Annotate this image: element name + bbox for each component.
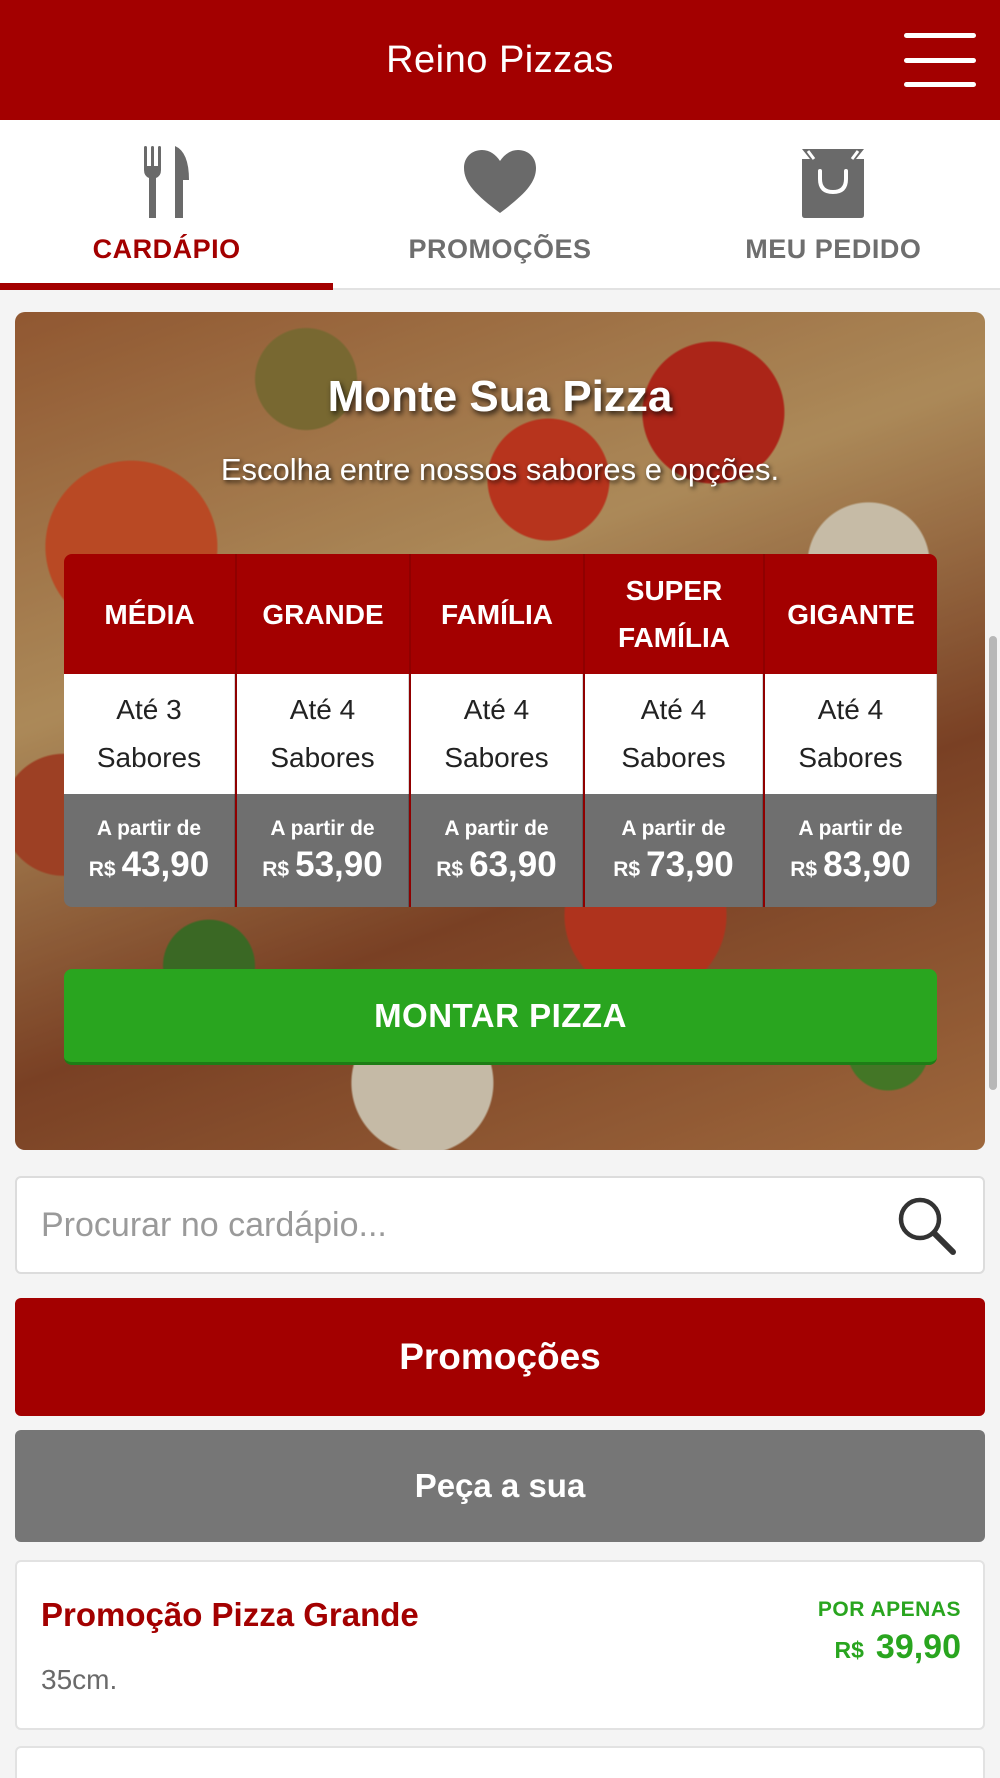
size-name: FAMÍLIA [411, 554, 583, 674]
size-flavors: Até 4 Sabores [765, 674, 937, 794]
price-value: 83,90 [823, 844, 911, 884]
banner-title: Monte Sua Pizza [327, 372, 673, 421]
flavors-text: Sabores [444, 742, 549, 773]
flavors-text: Sabores [621, 742, 726, 773]
price-value: 43,90 [121, 844, 210, 884]
price-label: POR APENAS [817, 1598, 961, 1621]
price-value: 39,90 [875, 1628, 961, 1666]
price-from-label: A partir de [444, 816, 549, 840]
tab-label: CARDÁPIO [92, 234, 241, 264]
size-price: A partir de R$ 53,90 [237, 794, 409, 907]
size-option-grande[interactable]: GRANDE Até 4 Sabores A partir de R$ 53,90 [237, 554, 411, 907]
pizza-size-table: MÉDIA Até 3 Sabores A partir de R$ 43,90 G… [64, 554, 937, 907]
size-flavors: Até 4 Sabores [411, 674, 583, 794]
search-input[interactable] [17, 1178, 891, 1272]
order-yours-section-button[interactable]: Peça a sua [15, 1430, 985, 1542]
next-product-card[interactable] [15, 1746, 985, 1778]
currency-symbol: R$ [262, 857, 290, 881]
flavors-text: Até 4 [289, 694, 356, 725]
tab-bar: CARDÁPIO PROMOÇÕES MEU PEDIDO [0, 120, 1000, 290]
scrollbar[interactable] [989, 636, 997, 1090]
tab-label: PROMOÇÕES [408, 234, 592, 264]
tab-promocoes[interactable]: PROMOÇÕES [333, 120, 666, 288]
shopping-bag-icon [796, 144, 870, 220]
product-description: 35cm. [41, 1664, 118, 1695]
banner-subtitle: Escolha entre nossos sabores e opções. [220, 452, 780, 487]
product-card[interactable]: Promoção Pizza Grande 35cm. POR APENAS R… [15, 1560, 985, 1730]
app-header: Reino Pizzas [0, 0, 1000, 120]
flavors-text: Sabores [270, 742, 375, 773]
size-option-super-familia[interactable]: SUPER FAMÍLIA Até 4 Sabores A partir de R$… [585, 554, 765, 907]
price-value: 63,90 [469, 844, 557, 884]
size-option-media[interactable]: MÉDIA Até 3 Sabores A partir de R$ 43,90 [64, 554, 237, 907]
size-name: MÉDIA [64, 554, 235, 674]
product-price: POR APENAS R$ 39,90 [818, 1598, 961, 1667]
promotions-section-button[interactable]: Promoções [15, 1298, 985, 1416]
size-name-text: GRANDE [262, 598, 384, 630]
currency-symbol: R$ [790, 857, 818, 881]
size-price: A partir de R$ 63,90 [411, 794, 583, 907]
size-name: GRANDE [237, 554, 409, 674]
size-name-text: MÉDIA [104, 598, 195, 630]
size-price: A partir de R$ 83,90 [765, 794, 937, 907]
app-title: Reino Pizzas [386, 38, 614, 81]
size-name: SUPER FAMÍLIA [585, 554, 763, 674]
price-value: 73,90 [646, 844, 734, 884]
menu-line [904, 82, 976, 87]
size-option-gigante[interactable]: GIGANTE Até 4 Sabores A partir de R$ 83,90 [765, 554, 937, 907]
currency-symbol: R$ [88, 857, 116, 881]
price-from-label: A partir de [270, 816, 375, 840]
heart-icon [462, 144, 538, 220]
price-from-label: A partir de [621, 816, 726, 840]
product-name: Promoção Pizza Grande [41, 1596, 419, 1633]
tab-label: MEU PEDIDO [745, 234, 922, 264]
build-pizza-banner: Monte Sua Pizza Escolha entre nossos sab… [15, 312, 985, 1150]
size-name-text: FAMÍLIA [618, 622, 730, 653]
search-icon[interactable] [891, 1190, 961, 1260]
cutlery-icon [141, 144, 193, 220]
flavors-text: Sabores [96, 742, 202, 773]
price-from-label: A partir de [96, 816, 202, 840]
menu-search-bar [15, 1176, 985, 1274]
currency-symbol: R$ [613, 857, 641, 881]
size-flavors: Até 4 Sabores [237, 674, 409, 794]
tab-cardapio[interactable]: CARDÁPIO [0, 120, 334, 290]
currency-symbol: R$ [834, 1637, 864, 1663]
tab-meu-pedido[interactable]: MEU PEDIDO [667, 120, 1000, 288]
currency-symbol: R$ [436, 857, 464, 881]
size-name: GIGANTE [765, 554, 937, 674]
price-from-label: A partir de [798, 816, 903, 840]
size-flavors: Até 3 Sabores [64, 674, 235, 794]
size-price: A partir de R$ 73,90 [585, 794, 763, 907]
flavors-text: Até 4 [463, 694, 530, 725]
flavors-text: Sabores [798, 742, 903, 773]
size-name-text: SUPER [625, 575, 723, 606]
size-name-text: FAMÍLIA [441, 598, 553, 630]
flavors-text: Até 3 [116, 694, 182, 725]
price-value: 53,90 [295, 844, 383, 884]
build-pizza-button[interactable]: MONTAR PIZZA [64, 969, 937, 1065]
menu-line [904, 57, 976, 63]
flavors-text: Até 4 [817, 694, 884, 725]
menu-line [904, 33, 976, 38]
flavors-text: Até 4 [640, 694, 707, 725]
size-name-text: GIGANTE [787, 598, 915, 630]
hamburger-menu-icon[interactable] [904, 33, 976, 87]
size-price: A partir de R$ 43,90 [64, 794, 235, 907]
size-flavors: Até 4 Sabores [585, 674, 763, 794]
size-option-familia[interactable]: FAMÍLIA Até 4 Sabores A partir de R$ 63,90 [411, 554, 585, 907]
